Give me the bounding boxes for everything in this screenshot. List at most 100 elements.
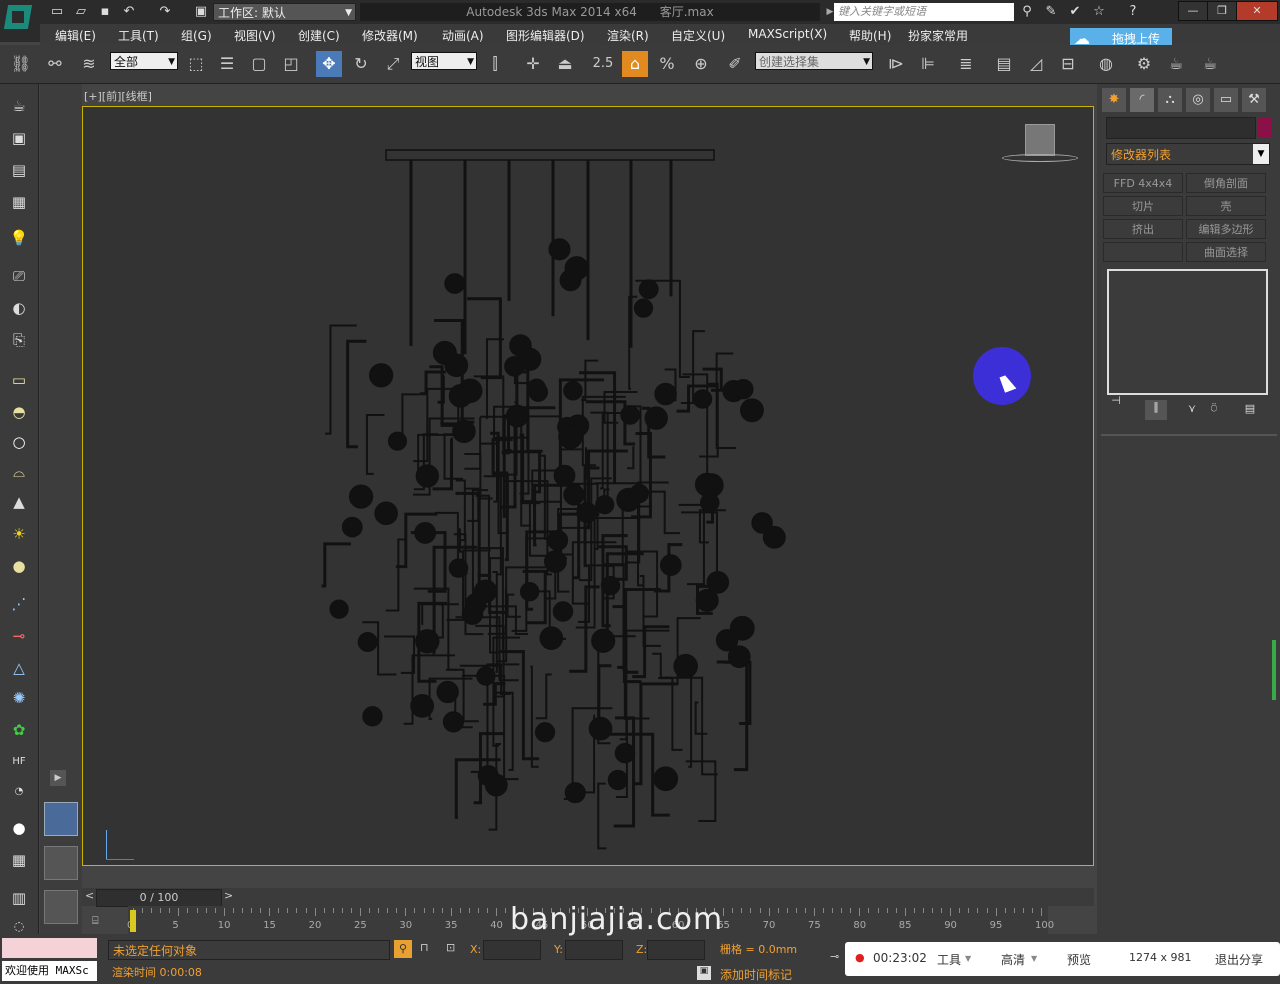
create-tab-icon[interactable]: ✸ [1102,88,1126,112]
minimize-button[interactable]: — [1178,1,1208,21]
ball-icon[interactable]: ● [7,816,31,840]
scene-explorer-icon[interactable]: ▤ [991,51,1017,77]
recorder-tools-menu[interactable]: 工具 [937,951,961,968]
workspace-dropdown[interactable]: 工作区: 默认 ▼ [213,3,356,21]
maxscript-listener-field[interactable] [2,938,97,958]
time-tag-icon[interactable]: ▣ [697,966,711,980]
open-file-icon[interactable]: ▱ [72,3,90,21]
configure-sets-icon[interactable]: ▤ [1241,402,1259,420]
render-teapot-icon[interactable]: ☕ [1197,51,1223,77]
material-editor-icon[interactable]: ◍ [1093,51,1119,77]
rotate-icon[interactable]: ↻ [348,51,374,77]
modifier-slice-button[interactable]: 切片 [1103,196,1183,216]
motion-tab-icon[interactable]: ◎ [1186,88,1210,112]
x-coordinate-field[interactable] [483,940,541,960]
modifier-surface-select-button[interactable]: 曲面选择 [1186,242,1266,262]
modifier-empty-button[interactable] [1103,242,1183,262]
star-icon[interactable]: ☆ [1090,3,1108,21]
modify-tab-icon[interactable]: ◜ [1130,88,1154,112]
modifier-shell-button[interactable]: 壳 [1186,196,1266,216]
save-icon[interactable]: ▪ [96,3,114,21]
key-filter-icon[interactable]: ⌸ [92,914,110,930]
viewcube[interactable] [1000,120,1080,165]
menu-view[interactable]: 视图(V) [234,27,276,44]
rect-selection-icon[interactable]: ▢ [246,51,272,77]
y-coordinate-field[interactable] [565,940,623,960]
cap-icon[interactable]: ⊸ [7,624,31,648]
pivot-center-icon[interactable]: ⫿ [482,51,508,77]
recorder-preview-button[interactable]: 预览 [1067,951,1091,968]
utilities-tab-icon[interactable]: ⚒ [1242,88,1266,112]
make-unique-icon[interactable]: ⋎ [1183,402,1201,420]
edit-named-selection-icon[interactable]: ✐ [722,51,748,77]
prev-frame-icon[interactable]: < [85,889,94,902]
menu-custom[interactable]: 扮家家常用 [908,27,968,44]
menu-maxscript[interactable]: MAXScript(X) [748,27,827,41]
absolute-mode-icon[interactable]: ⊡ [446,941,462,957]
menu-modifiers[interactable]: 修改器(M) [362,27,418,44]
binoculars-icon[interactable]: ⚲ [1018,3,1036,21]
rendered-frame-icon[interactable]: ☕ [1163,51,1189,77]
modifier-edit-poly-button[interactable]: 编辑多边形 [1186,219,1266,239]
hierarchy-tab-icon[interactable]: ⛬ [1158,88,1182,112]
schematic-view-icon[interactable]: ⊟ [1055,51,1081,77]
unlink-icon[interactable]: ⚯ [42,51,68,77]
panel-scrollbar[interactable] [1272,640,1276,700]
expand-arrow-icon[interactable]: ▶ [50,770,66,786]
cone-icon[interactable]: ▲ [7,490,31,514]
keyboard-shortcut-icon[interactable]: ⏏ [552,51,578,77]
front-viewport[interactable] [82,106,1094,866]
move-icon[interactable]: ✥ [316,51,342,77]
modifier-bevel-profile-button[interactable]: 倒角剖面 [1186,173,1266,193]
layout-single-button[interactable] [44,802,78,836]
viewport-label[interactable]: [+][前][线框] [84,88,152,104]
hemisphere-icon[interactable]: ◓ [7,400,31,424]
sphere-icon[interactable]: ○ [7,430,31,454]
exchange-icon[interactable]: ✔ [1066,3,1084,21]
next-frame-icon[interactable]: > [224,889,233,902]
close-button[interactable]: ✕ [1236,1,1278,21]
table-icon[interactable]: ▦ [7,190,31,214]
menu-graph-editors[interactable]: 图形编辑器(D) [506,27,585,44]
align-icon[interactable]: ⊫ [915,51,941,77]
percent-snap-icon[interactable]: % [654,51,680,77]
show-end-result-icon[interactable]: ‖ [1145,400,1167,420]
project-folder-icon[interactable]: ▣ [192,3,210,21]
remove-modifier-icon[interactable]: ⍥ [1205,402,1223,420]
selection-filter-dropdown[interactable]: 全部 ▼ [110,52,178,70]
checker-icon[interactable]: ▦ [7,848,31,872]
render-setup-icon[interactable]: ⚙ [1131,51,1157,77]
snap-toggle-icon[interactable]: 2.5 [590,51,616,77]
subscription-key-icon[interactable]: ✎ [1042,3,1060,21]
time-slider[interactable]: 0 / 100 [96,889,222,907]
key-icon[interactable]: ⊸ [830,950,842,964]
geosphere-icon[interactable]: ✺ [7,686,31,710]
grid-icon[interactable]: ⋰ [7,592,31,616]
modifier-extrude-button[interactable]: 挤出 [1103,219,1183,239]
modifier-stack[interactable] [1107,269,1268,395]
menu-create[interactable]: 创建(C) [298,27,340,44]
list-icon[interactable]: ▤ [7,158,31,182]
add-time-tag[interactable]: 添加时间标记 [720,966,792,983]
help-icon[interactable]: ? [1124,3,1142,21]
menu-rendering[interactable]: 渲染(R) [607,27,649,44]
search-input[interactable]: 键入关键字或短语 [834,3,1014,21]
teapot-icon[interactable]: ☕ [7,94,31,118]
select-object-icon[interactable]: ⬚ [183,51,209,77]
angle-snap-icon[interactable]: ⌂ [622,51,648,77]
sun-icon[interactable]: ☀ [7,522,31,546]
display-tab-icon[interactable]: ▭ [1214,88,1238,112]
layer-manager-icon[interactable]: ≣ [953,51,979,77]
select-manipulate-icon[interactable]: ✛ [520,51,546,77]
exit-share-button[interactable]: 退出分享 [1215,951,1263,968]
light-icon[interactable]: 💡 [7,226,31,250]
reference-coordinate-dropdown[interactable]: 视图 ▼ [411,52,477,70]
new-file-icon[interactable]: ▭ [48,3,66,21]
undo-icon[interactable]: ↶ [120,3,138,21]
video-camera-icon[interactable]: ⎘ [7,328,31,352]
select-by-name-icon[interactable]: ☰ [214,51,240,77]
bind-space-warp-icon[interactable]: ≋ [76,51,102,77]
isolate-selection-icon[interactable]: ⚲ [394,940,412,958]
spinner-snap-icon[interactable]: ⊕ [688,51,714,77]
menu-tools[interactable]: 工具(T) [118,27,159,44]
